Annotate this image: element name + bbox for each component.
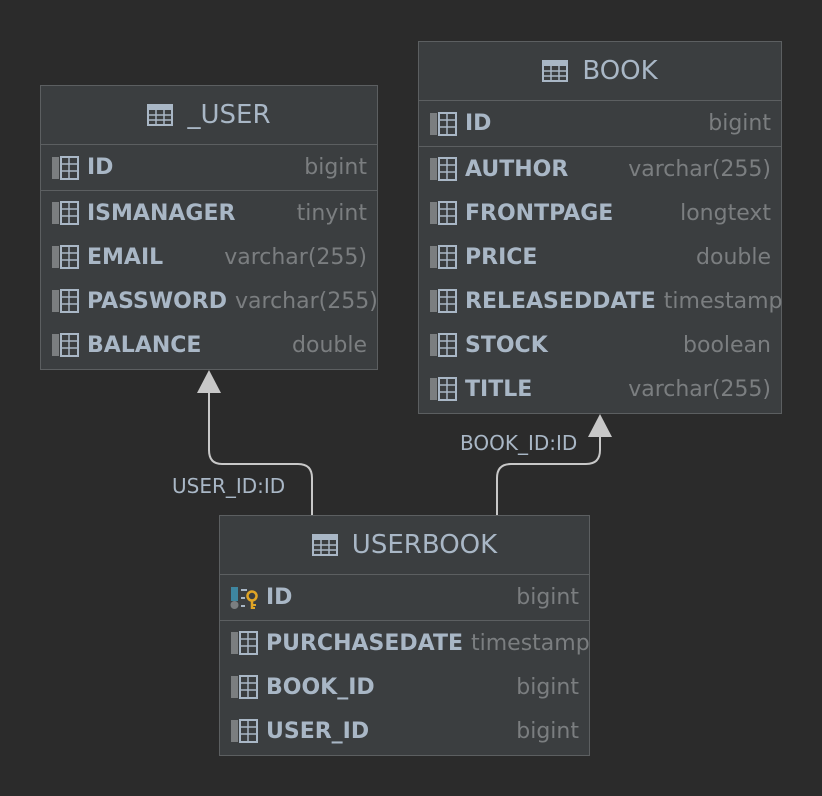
column-icon bbox=[430, 377, 457, 401]
column-row[interactable]: ID bigint bbox=[220, 575, 589, 621]
column-icon bbox=[52, 245, 79, 269]
table-userbook-header[interactable]: USERBOOK bbox=[220, 516, 589, 575]
column-type: varchar(255) bbox=[224, 244, 367, 270]
column-icon bbox=[52, 289, 79, 313]
column-type: bigint bbox=[516, 585, 579, 610]
table-icon bbox=[311, 534, 338, 556]
column-name: PRICE bbox=[465, 244, 538, 270]
table-title: USERBOOK bbox=[351, 530, 498, 560]
column-type: bigint bbox=[304, 155, 367, 180]
column-type: longtext bbox=[680, 200, 771, 226]
column-name: FRONTPAGE bbox=[465, 200, 614, 226]
column-name: BOOK_ID bbox=[266, 674, 375, 700]
arrow-head-book bbox=[588, 414, 612, 437]
column-name: STOCK bbox=[465, 332, 548, 358]
column-icon bbox=[430, 157, 457, 181]
column-row[interactable]: PRICE double bbox=[419, 235, 781, 279]
table-book-header[interactable]: BOOK bbox=[419, 42, 781, 101]
column-row[interactable]: FRONTPAGE longtext bbox=[419, 191, 781, 235]
column-row[interactable]: STOCK boolean bbox=[419, 323, 781, 367]
column-type: double bbox=[292, 332, 367, 358]
column-type: varchar(255) bbox=[235, 288, 378, 314]
column-name: PASSWORD bbox=[87, 288, 228, 314]
table-title: _USER bbox=[187, 100, 271, 130]
arrow-head-user bbox=[197, 370, 221, 393]
column-row[interactable]: BALANCE double bbox=[41, 323, 377, 367]
column-icon bbox=[430, 245, 457, 269]
column-icon bbox=[430, 333, 457, 357]
table-user-header[interactable]: _USER bbox=[41, 86, 377, 145]
table-user[interactable]: _USER ID bigint ISMANAGER tinyint EMAIL … bbox=[40, 85, 378, 370]
column-icon bbox=[430, 201, 457, 225]
column-icon bbox=[231, 675, 258, 699]
column-row[interactable]: PASSWORD varchar(255) bbox=[41, 279, 378, 323]
primary-key-column-icon bbox=[230, 586, 258, 609]
column-type: varchar(255) bbox=[628, 376, 771, 402]
column-name: ID bbox=[465, 111, 492, 136]
table-icon bbox=[542, 60, 569, 82]
column-name: TITLE bbox=[465, 376, 533, 402]
column-type: timestamp bbox=[663, 288, 783, 314]
column-name: EMAIL bbox=[87, 244, 164, 270]
column-row[interactable]: ID bigint bbox=[419, 101, 781, 147]
column-row[interactable]: PURCHASEDATE timestamp bbox=[220, 621, 590, 665]
column-icon bbox=[231, 631, 258, 655]
column-type: timestamp bbox=[471, 630, 590, 656]
column-row[interactable]: ISMANAGER tinyint bbox=[41, 191, 377, 235]
column-name: BALANCE bbox=[87, 332, 202, 358]
column-icon bbox=[52, 201, 79, 225]
column-name: PURCHASEDATE bbox=[266, 630, 464, 656]
relation-label-user: USER_ID:ID bbox=[172, 474, 286, 498]
column-row[interactable]: AUTHOR varchar(255) bbox=[419, 147, 781, 191]
column-row[interactable]: BOOK_ID bigint bbox=[220, 665, 589, 709]
relation-label-book: BOOK_ID:ID bbox=[460, 431, 578, 455]
column-icon bbox=[231, 719, 258, 743]
column-icon bbox=[430, 111, 457, 136]
column-type: varchar(255) bbox=[628, 156, 771, 182]
column-name: RELEASEDDATE bbox=[465, 288, 656, 314]
column-name: ISMANAGER bbox=[87, 200, 236, 226]
column-icon bbox=[430, 289, 457, 313]
column-name: ID bbox=[266, 585, 293, 610]
table-userbook[interactable]: USERBOOK ID bigint PURCHASEDATE timestam… bbox=[219, 515, 590, 756]
column-icon bbox=[52, 155, 79, 180]
table-book[interactable]: BOOK ID bigint AUTHOR varchar(255) FRONT… bbox=[418, 41, 782, 414]
column-type: double bbox=[696, 244, 771, 270]
column-row[interactable]: RELEASEDDATE timestamp bbox=[419, 279, 783, 323]
column-row[interactable]: USER_ID bigint bbox=[220, 709, 589, 753]
column-type: bigint bbox=[516, 718, 579, 744]
column-row[interactable]: EMAIL varchar(255) bbox=[41, 235, 377, 279]
column-name: ID bbox=[87, 155, 114, 180]
column-name: AUTHOR bbox=[465, 156, 569, 182]
column-type: boolean bbox=[683, 332, 771, 358]
column-type: bigint bbox=[708, 111, 771, 136]
table-icon bbox=[147, 104, 174, 126]
table-title: BOOK bbox=[582, 56, 658, 86]
column-type: tinyint bbox=[296, 200, 367, 226]
column-type: bigint bbox=[516, 674, 579, 700]
column-name: USER_ID bbox=[266, 718, 370, 744]
column-row[interactable]: TITLE varchar(255) bbox=[419, 367, 781, 411]
column-row[interactable]: ID bigint bbox=[41, 145, 377, 191]
column-icon bbox=[52, 333, 79, 357]
